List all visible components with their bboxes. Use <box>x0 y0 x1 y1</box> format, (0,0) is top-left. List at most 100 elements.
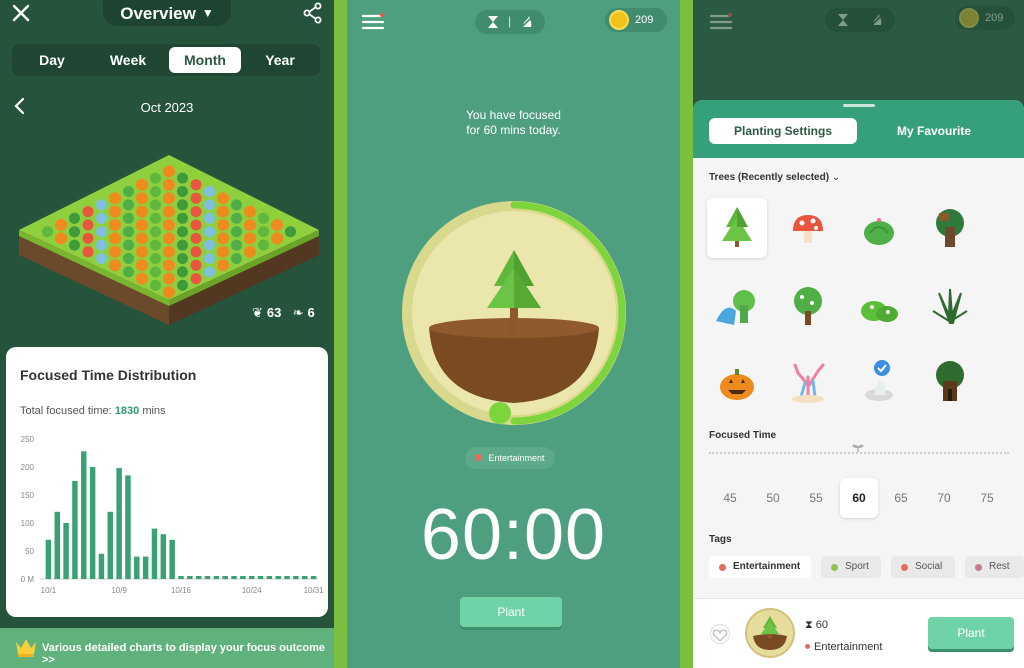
tree-icon <box>177 172 188 184</box>
chart-bar <box>195 576 202 579</box>
chart-bar <box>275 576 281 579</box>
tree-icon <box>231 253 242 264</box>
chart-bar <box>178 576 184 579</box>
close-icon[interactable] <box>10 2 32 24</box>
tree-option-mushroom[interactable] <box>778 198 838 258</box>
tag-sport[interactable]: Sport <box>821 556 881 578</box>
tree-option-forest-house[interactable] <box>920 352 980 412</box>
tree-option-flower-tree[interactable] <box>778 276 838 336</box>
tree-icon <box>177 239 188 251</box>
tree-icon <box>123 199 134 211</box>
tree-option-agave[interactable] <box>920 276 980 336</box>
coin-balance[interactable]: 209 <box>605 8 667 32</box>
share-icon[interactable] <box>302 2 324 24</box>
tree-icon <box>258 226 269 238</box>
time-option-65[interactable]: 65 <box>882 478 920 518</box>
pumpkin-icon <box>244 205 256 218</box>
chart-bar <box>248 576 255 579</box>
pumpkin-icon <box>163 165 175 178</box>
tag-label: Social <box>915 561 943 572</box>
tree-option-pine[interactable] <box>707 198 767 258</box>
tab-year[interactable]: Year <box>244 47 316 73</box>
planting-settings-panel: 209 Planting Settings My Favourite Trees… <box>693 0 1024 668</box>
plant-button[interactable]: Plant <box>460 597 562 627</box>
tree-option-treehouse[interactable] <box>920 198 980 258</box>
favourite-heart-icon[interactable] <box>710 624 730 644</box>
tree-option-waterfall[interactable] <box>707 276 767 336</box>
summary-time: ⧗ 60 <box>805 619 828 632</box>
tag-chip[interactable]: Entertainment <box>465 447 555 469</box>
time-option-60[interactable]: 60 <box>840 478 878 518</box>
mode-toggle <box>825 8 895 32</box>
tree-icon <box>190 232 202 244</box>
overview-dropdown[interactable]: Overview ▼ <box>103 0 231 26</box>
tree-icon <box>82 232 94 244</box>
drag-handle[interactable] <box>843 104 875 107</box>
time-option-45[interactable]: 45 <box>711 478 749 518</box>
pine-tree-icon <box>722 207 752 247</box>
flower-bush-icon <box>861 301 898 322</box>
tree-option-bush[interactable] <box>849 276 909 336</box>
pumpkin-icon <box>163 286 175 298</box>
mode-divider: | <box>508 14 512 28</box>
time-option-55[interactable]: 55 <box>797 478 835 518</box>
agave-icon <box>932 288 968 324</box>
tree-option-pumpkin[interactable] <box>707 352 767 412</box>
time-option-75[interactable]: 75 <box>968 478 1006 518</box>
focused-message-line1: You have focused <box>466 108 561 122</box>
pumpkin-icon <box>244 245 256 258</box>
pumpkin-icon <box>217 219 229 231</box>
y-tick-label: 0 M <box>21 575 35 584</box>
checkmark-badge-icon <box>865 360 893 401</box>
timer-display: 60:00 <box>420 495 607 575</box>
pumpkin-icon <box>136 245 148 258</box>
time-option-70[interactable]: 70 <box>925 478 963 518</box>
pumpkin-icon <box>163 178 175 191</box>
summary-tag-label: Entertainment <box>814 641 883 653</box>
trees-dropdown[interactable]: Trees (Recently selected) ⌄ <box>709 172 840 183</box>
tree-icon <box>69 226 80 238</box>
tab-planting-settings[interactable]: Planting Settings <box>709 118 857 144</box>
tree-icon <box>190 179 202 191</box>
tag-rest[interactable]: Rest <box>965 556 1024 578</box>
treehouse-icon <box>936 209 964 247</box>
tab-day[interactable]: Day <box>16 47 88 73</box>
tab-month[interactable]: Month <box>169 47 241 73</box>
tree-option-selected-badge[interactable] <box>849 352 909 412</box>
pumpkin-icon <box>109 192 121 205</box>
tree-icon <box>123 186 134 197</box>
total-unit: mins <box>139 405 166 417</box>
background-header: 209 <box>693 0 1024 100</box>
tag-entertainment[interactable]: Entertainment <box>709 556 811 578</box>
total-focused-time: Total focused time: 1830 mins <box>20 405 166 417</box>
tab-my-favourite[interactable]: My Favourite <box>861 118 1007 144</box>
tree-icon <box>190 192 202 204</box>
tree-icon <box>204 186 215 197</box>
tree-icon <box>69 239 80 251</box>
tree-icon <box>96 199 107 211</box>
withered-count: 6 <box>307 305 315 320</box>
mode-toggle[interactable]: | <box>475 10 545 34</box>
plant-button[interactable]: Plant <box>928 617 1014 649</box>
menu-icon[interactable] <box>361 12 385 32</box>
tree-icon <box>96 239 107 251</box>
tab-week[interactable]: Week <box>92 47 164 73</box>
tree-ring[interactable] <box>399 198 629 428</box>
tag-dot <box>719 564 726 571</box>
tree-icon <box>82 219 94 231</box>
time-option-50[interactable]: 50 <box>754 478 792 518</box>
chart-bar <box>45 539 52 579</box>
hourglass-icon <box>488 16 498 28</box>
pumpkin-icon <box>271 219 283 231</box>
tree-option-cactus[interactable] <box>849 198 909 258</box>
tree-option-coral[interactable] <box>778 352 838 412</box>
charts-banner[interactable]: Various detailed charts to display your … <box>0 628 334 668</box>
coral-icon <box>792 363 825 403</box>
pumpkin-icon <box>136 205 148 218</box>
tree-icon <box>123 239 134 251</box>
mushroom-icon <box>793 215 823 243</box>
selected-tree-preview <box>745 608 795 658</box>
tree-icon <box>285 226 296 238</box>
tree-icon <box>123 226 134 238</box>
tag-social[interactable]: Social <box>891 556 955 578</box>
